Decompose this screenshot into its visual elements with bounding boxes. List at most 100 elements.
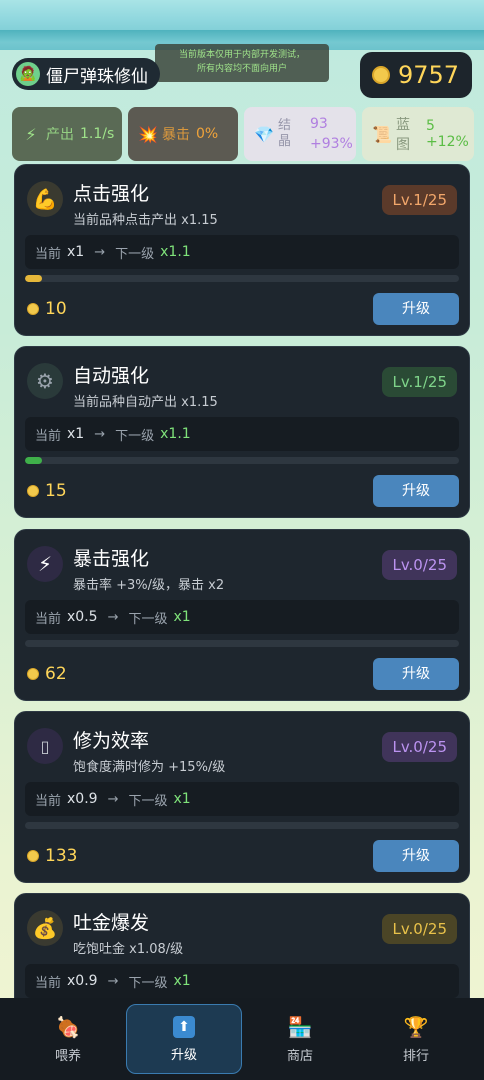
stat-crystal-value: 93 (310, 116, 328, 132)
arrow-right-icon: → (94, 426, 106, 442)
current-label: 当前 (35, 428, 62, 444)
current-value: x1 (67, 426, 85, 442)
level-badge: Lv.1/25 (382, 367, 457, 397)
card-title: 修为效率 (73, 730, 150, 752)
stats-bar: ⚡ 产出 1.1/s 💥 暴击 0% 💎 结晶 93 +93% 📜 蓝图 5 +… (12, 107, 474, 161)
arrow-right-icon: → (94, 244, 106, 260)
nav-rank[interactable]: 🏆 排行 (358, 1004, 474, 1074)
nav-rank-label: 排行 (402, 1048, 429, 1064)
card-desc: 当前品种点击产出 x1.15 (73, 213, 218, 228)
store-icon: 🏪 (287, 1014, 313, 1039)
arrow-right-icon: → (107, 791, 119, 807)
current-next-row: 当前 x1 → 下一级 x1.1 (25, 235, 459, 269)
nav-shop-label: 商店 (286, 1048, 313, 1064)
coin-icon (372, 66, 390, 84)
stat-crit-value: 0% (196, 126, 219, 142)
stat-crystal: 💎 结晶 93 +93% (244, 107, 356, 161)
stat-blueprint-label: 蓝图 (396, 117, 410, 153)
current-next-row: 当前 x0.9 → 下一级 x1 (25, 782, 459, 816)
nav-feed[interactable]: 🍖 喂养 (10, 1004, 126, 1074)
meat-icon: 🍖 (55, 1014, 81, 1039)
card-desc: 暴击率 +3%/级，暴击 x2 (73, 578, 225, 593)
card-title: 吐金爆发 (73, 912, 150, 934)
explosion-icon: 💥 (138, 124, 158, 144)
progress-fill (25, 275, 43, 282)
current-next-row: 当前 x0.5 → 下一级 x1 (25, 600, 459, 634)
cost: 15 (27, 481, 67, 501)
player-name: 僵尸弹珠修仙 (46, 66, 148, 87)
card-desc: 当前品种自动产出 x1.15 (73, 395, 218, 410)
placeholder-icon: ▯ (27, 728, 63, 764)
coin-icon (27, 485, 39, 497)
card-title: 自动强化 (73, 365, 150, 387)
current-value: x0.5 (67, 609, 98, 625)
next-value: x1.1 (160, 244, 191, 260)
coin-value: 9757 (398, 61, 460, 89)
stat-crit-label: 暴击 (162, 127, 190, 143)
arrow-right-icon: → (107, 973, 119, 989)
nav-upgrade[interactable]: ⬆ 升级 (126, 1004, 242, 1074)
money-bag-icon: 💰 (27, 910, 63, 946)
gear-icon: ⚙ (27, 363, 63, 399)
cost-value: 133 (45, 846, 78, 866)
upgrade-button[interactable]: 升级 (373, 840, 459, 872)
next-value: x1 (173, 973, 191, 989)
coin-balance: 9757 (360, 52, 472, 98)
upgrade-card-cultivation: ▯ 修为效率 饱食度满时修为 +15%/级 Lv.0/25 当前 x0.9 → … (14, 711, 470, 883)
dev-notice-line1: 当前版本仅用于内部开发测试， (178, 50, 305, 60)
stat-output: ⚡ 产出 1.1/s (12, 107, 122, 161)
next-value: x1.1 (160, 426, 191, 442)
next-label: 下一级 (115, 246, 155, 262)
cost: 10 (27, 299, 67, 319)
coin-icon (27, 850, 39, 862)
cost-value: 62 (45, 664, 67, 684)
current-label: 当前 (35, 793, 62, 809)
stat-crit: 💥 暴击 0% (128, 107, 238, 161)
coin-icon (27, 303, 39, 315)
bottom-nav: 🍖 喂养 ⬆ 升级 🏪 商店 🏆 排行 (0, 998, 484, 1080)
upgrade-button[interactable]: 升级 (373, 293, 459, 325)
level-badge: Lv.0/25 (382, 550, 457, 580)
level-progress (25, 275, 459, 282)
upgrade-card-auto: ⚙ 自动强化 当前品种自动产出 x1.15 Lv.1/25 当前 x1 → 下一… (14, 346, 470, 518)
current-label: 当前 (35, 246, 62, 262)
level-badge: Lv.0/25 (382, 914, 457, 944)
nav-shop[interactable]: 🏪 商店 (242, 1004, 358, 1074)
muscle-icon: 💪 (27, 181, 63, 217)
upgrade-button[interactable]: 升级 (373, 658, 459, 690)
avatar: 🧟 (16, 62, 40, 86)
dev-notice: 当前版本仅用于内部开发测试， 所有内容均不面向用户 (155, 44, 329, 82)
stat-output-label: 产出 (46, 127, 74, 143)
cost-value: 10 (45, 299, 67, 319)
dev-notice-line2: 所有内容均不面向用户 (196, 64, 287, 74)
current-next-row: 当前 x1 → 下一级 x1.1 (25, 417, 459, 451)
next-label: 下一级 (128, 611, 168, 627)
progress-fill (25, 457, 43, 464)
lightning-icon: ⚡ (27, 546, 63, 582)
level-progress (25, 640, 459, 647)
cost: 133 (27, 846, 77, 866)
nav-feed-label: 喂养 (54, 1048, 81, 1064)
player-profile[interactable]: 🧟 僵尸弹珠修仙 (12, 58, 160, 90)
card-desc: 饱食度满时修为 +15%/级 (73, 760, 226, 775)
current-label: 当前 (35, 975, 62, 991)
scroll-icon: 📜 (372, 124, 392, 144)
current-value: x1 (67, 244, 85, 260)
current-value: x0.9 (67, 791, 98, 807)
arrow-right-icon: → (107, 609, 119, 625)
nav-upgrade-label: 升级 (170, 1047, 197, 1063)
current-label: 当前 (35, 611, 62, 627)
stat-output-value: 1.1/s (80, 126, 115, 142)
current-next-row: 当前 x0.9 → 下一级 x1 (25, 964, 459, 998)
upgrade-button[interactable]: 升级 (373, 475, 459, 507)
next-value: x1 (173, 609, 191, 625)
next-label: 下一级 (115, 428, 155, 444)
diamond-icon: 💎 (254, 124, 274, 144)
lightning-icon: ⚡ (25, 124, 37, 144)
coin-icon (27, 668, 39, 680)
stat-crystal-label: 结晶 (278, 118, 292, 149)
arrow-up-icon: ⬆ (173, 1015, 195, 1038)
current-value: x0.9 (67, 973, 98, 989)
cost: 62 (27, 664, 67, 684)
upgrade-card-crit: ⚡ 暴击强化 暴击率 +3%/级，暴击 x2 Lv.0/25 当前 x0.5 →… (14, 529, 470, 701)
